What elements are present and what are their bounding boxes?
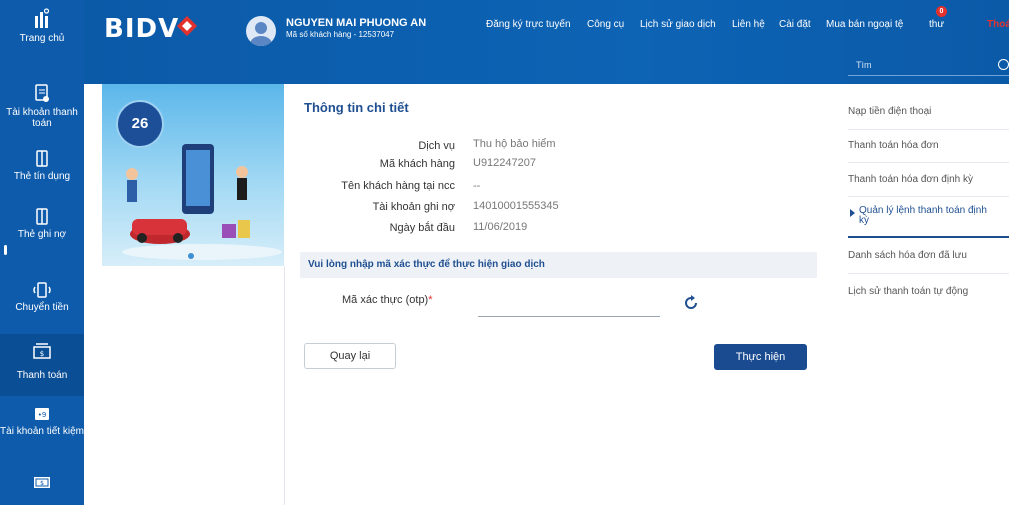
logout-link[interactable]: Thoá xyxy=(987,19,1009,30)
menu-item-manage-recurring-orders[interactable]: Quản lý lệnh thanh toán định kỳ xyxy=(850,205,989,226)
svg-text:$: $ xyxy=(40,350,44,358)
menu-item-recurring-bill-payment[interactable]: Thanh toán hóa đơn định kỳ xyxy=(848,174,1009,185)
detail-label-debit-account: Tài khoản ghi nợ xyxy=(372,201,455,213)
detail-value-customer-name: -- xyxy=(473,180,481,192)
sidebar-item-label: Tài khoản thanh toán xyxy=(6,107,78,129)
search-placeholder: Tìm xyxy=(856,60,872,70)
menu-item-auto-payment-history[interactable]: Lịch sử thanh toán tự động xyxy=(848,286,1009,297)
detail-label-service: Dịch vụ xyxy=(418,140,455,152)
account-icon xyxy=(35,84,49,102)
detail-label-customer-code: Mã khách hàng xyxy=(379,158,455,170)
nav-inbox[interactable]: thư xyxy=(929,19,944,30)
menu-item-label: Quản lý lệnh thanh toán định kỳ xyxy=(859,205,987,226)
detail-label-start-date: Ngày bắt đầu xyxy=(389,222,455,234)
otp-notice: Vui lòng nhập mã xác thực để thực hiện g… xyxy=(308,259,545,270)
bidv-logo-mark-icon xyxy=(177,16,197,36)
debit-card-icon xyxy=(36,208,48,225)
sidebar-item-debit-card[interactable]: Thẻ ghi nợ xyxy=(0,208,84,255)
bidv-logo: BIDV xyxy=(104,14,180,44)
detail-value-service: Thu hộ bảo hiểm xyxy=(473,138,556,150)
refresh-otp-icon[interactable] xyxy=(682,294,700,312)
detail-value-start-date: 11/06/2019 xyxy=(473,221,528,233)
credit-card-icon xyxy=(36,150,48,167)
transfer-icon xyxy=(33,282,51,298)
nav-settings[interactable]: Cài đặt xyxy=(779,19,811,30)
menu-divider xyxy=(848,196,1009,197)
money-icon: $ xyxy=(34,477,50,488)
sidebar-item-label: Chuyển tiền xyxy=(15,302,69,313)
nav-contact[interactable]: Liên hệ xyxy=(732,19,765,30)
menu-divider xyxy=(848,129,1009,130)
required-marker: * xyxy=(428,294,433,306)
detail-label-customer-name: Tên khách hàng tại ncc xyxy=(341,180,455,192)
sidebar-item-label: Thanh toán xyxy=(16,370,68,381)
sidebar-item-credit-card[interactable]: Thẻ tín dụng xyxy=(0,150,84,190)
svg-text:$: $ xyxy=(40,480,44,487)
nav-transaction-history[interactable]: Lịch sử giao dịch xyxy=(640,19,716,30)
sidebar-item-savings[interactable]: •9 Tài khoản tiết kiệm xyxy=(0,405,84,461)
promo-illustration-icon xyxy=(122,144,282,260)
banner-column-divider xyxy=(102,266,285,505)
nav-foreign-exchange[interactable]: Mua bán ngoại tệ xyxy=(826,19,903,30)
nav-online-register[interactable]: Đăng ký trực tuyến xyxy=(486,19,571,30)
menu-item-phone-topup[interactable]: Nạp tiền điện thoại xyxy=(848,106,1009,117)
search-underline xyxy=(848,75,1009,76)
promo-banner[interactable]: 26 xyxy=(102,84,284,266)
customer-code: Mã số khách hàng - 12537047 xyxy=(286,30,395,39)
menu-item-bill-payment[interactable]: Thanh toán hóa đơn xyxy=(848,140,1009,151)
user-avatar-icon xyxy=(250,22,272,46)
search-icon[interactable] xyxy=(998,59,1009,70)
page-title: Thông tin chi tiết xyxy=(304,100,409,115)
nav-tools[interactable]: Công cụ xyxy=(587,19,624,30)
sidebar-item-label: Thẻ tín dụng xyxy=(13,171,71,182)
sidebar-item-payment-account[interactable]: Tài khoản thanh toán xyxy=(0,84,84,134)
savings-icon: •9 xyxy=(35,408,49,420)
otp-notice-bar: Vui lòng nhập mã xác thực để thực hiện g… xyxy=(300,252,817,278)
sidebar-item-more[interactable]: $ xyxy=(0,474,84,500)
detail-value-customer-code: U912247207 xyxy=(473,157,537,169)
sidebar: Trang chủ Tài khoản thanh toán Thẻ tín d… xyxy=(0,0,84,505)
otp-label: Mã xác thực (otp)* xyxy=(342,294,433,306)
home-icon xyxy=(35,8,50,28)
sidebar-item-transfer[interactable]: Chuyển tiền xyxy=(0,281,84,321)
payment-icon: $ xyxy=(33,343,51,359)
user-name: NGUYEN MAI PHUONG AN xyxy=(286,17,427,29)
otp-input[interactable] xyxy=(478,290,660,317)
menu-item-saved-bills[interactable]: Danh sách hóa đơn đã lưu xyxy=(848,250,1009,261)
back-button[interactable]: Quay lại xyxy=(304,343,396,369)
detail-value-debit-account: 14010001555345 xyxy=(473,200,559,212)
active-arrow-icon xyxy=(850,209,855,217)
avatar[interactable] xyxy=(246,16,276,46)
sidebar-item-label: Tài khoản tiết kiệm xyxy=(0,426,84,437)
sidebar-item-home[interactable]: Trang chủ xyxy=(0,8,84,66)
search-box[interactable]: Tìm xyxy=(848,57,1009,76)
inbox-count-badge: 0 xyxy=(936,6,947,17)
carousel-indicator[interactable] xyxy=(188,253,194,259)
sidebar-item-payment[interactable]: $ Thanh toán xyxy=(0,334,84,396)
sidebar-item-label: Trang chủ xyxy=(19,33,65,44)
menu-divider-active xyxy=(848,236,1009,238)
otp-label-text: Mã xác thực (otp) xyxy=(342,294,429,306)
svg-text:•9: •9 xyxy=(38,411,47,419)
submit-button[interactable]: Thực hiện xyxy=(714,344,807,370)
menu-divider xyxy=(848,273,1009,274)
menu-divider xyxy=(848,162,1009,163)
sidebar-item-label: Thẻ ghi nợ xyxy=(17,229,67,240)
